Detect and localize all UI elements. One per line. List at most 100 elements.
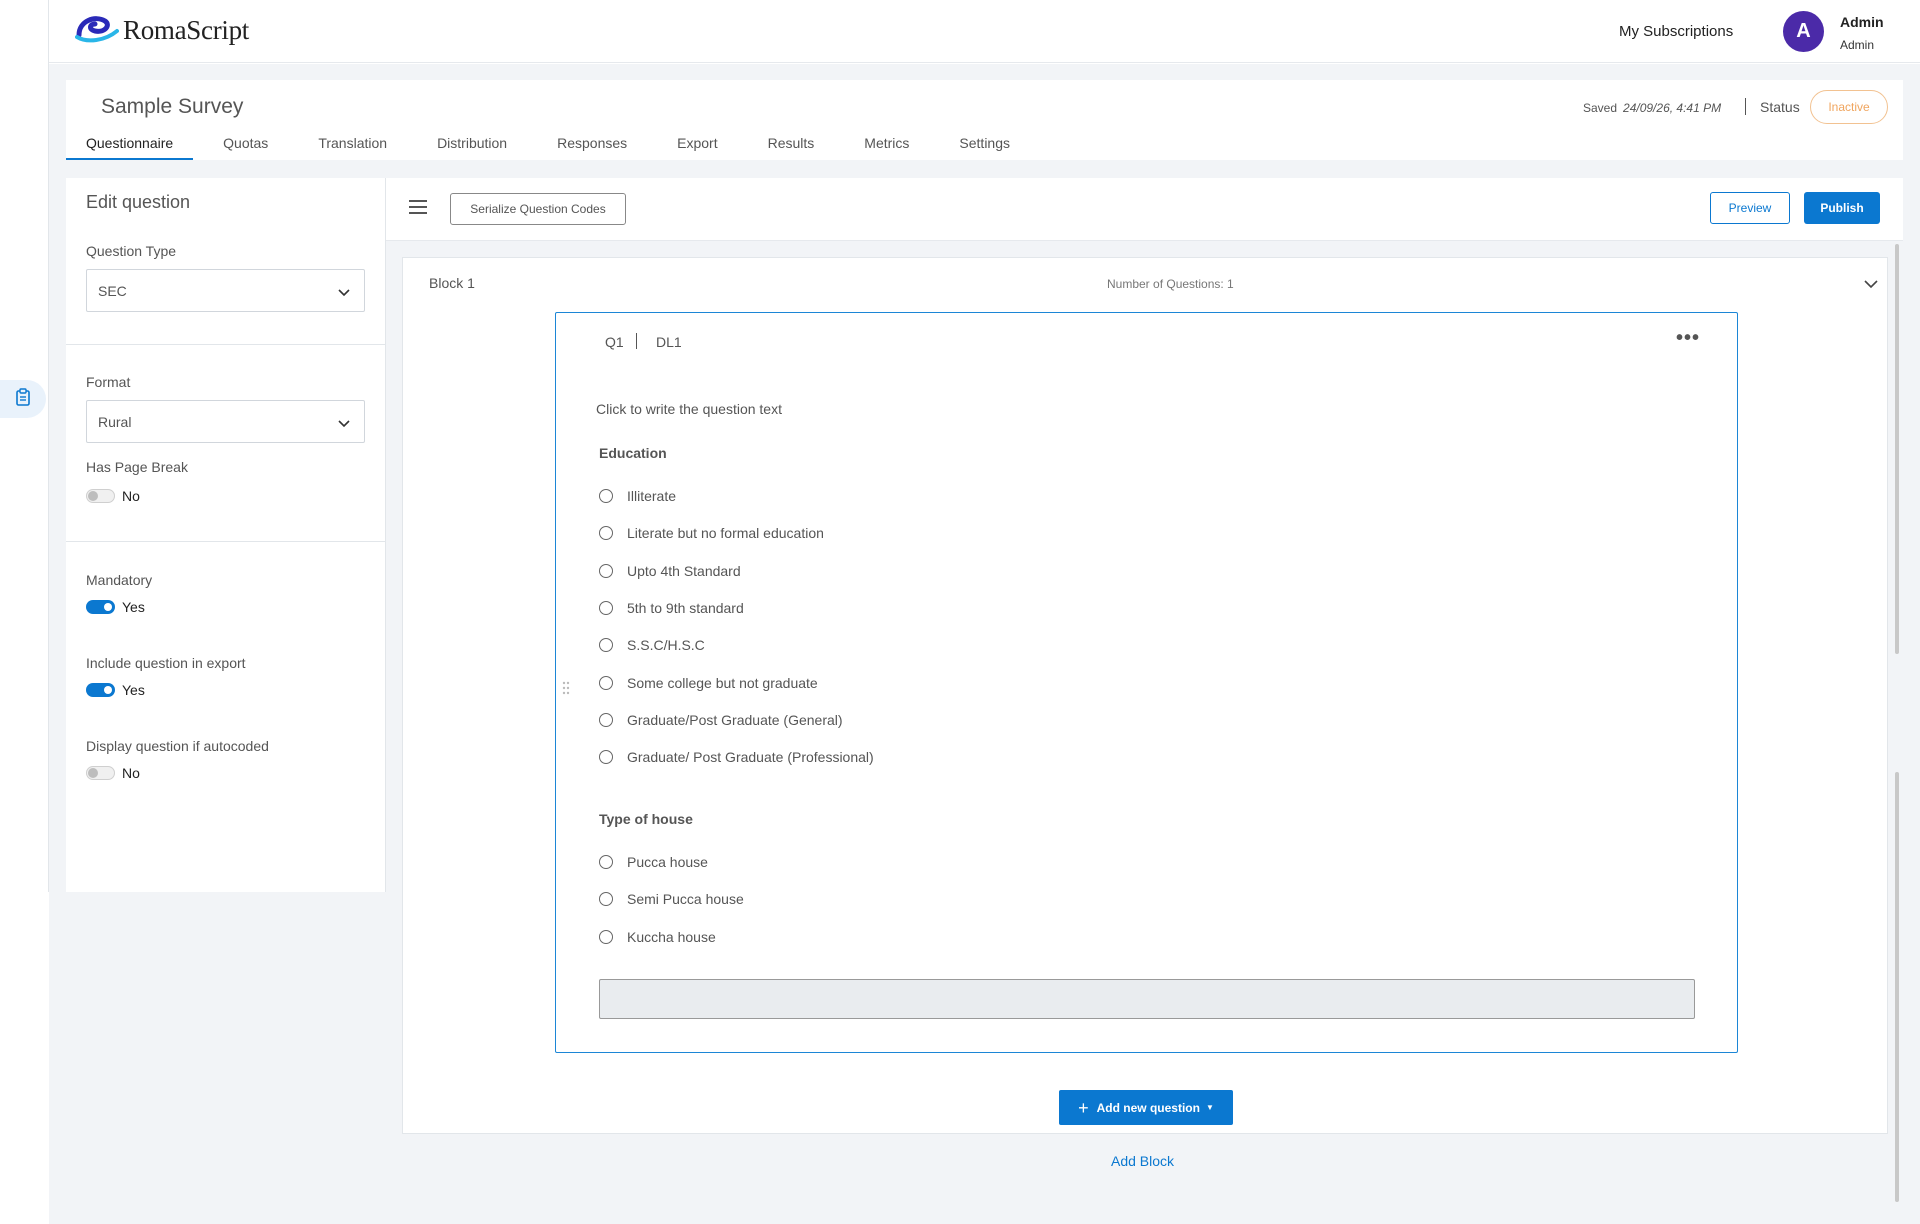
radio-button[interactable] [599, 564, 613, 578]
text-entry-field[interactable] [599, 979, 1695, 1019]
serialize-question-codes-button[interactable]: Serialize Question Codes [450, 193, 626, 225]
status-badge[interactable]: Inactive [1810, 90, 1888, 124]
survey-tabs: Questionnaire Quotas Translation Distrib… [66, 132, 1040, 160]
radio-button[interactable] [599, 892, 613, 906]
left-rail [0, 0, 49, 892]
answer-option[interactable]: Graduate/ Post Graduate (Professional) [599, 749, 874, 765]
include-export-toggle-row: Yes [86, 682, 145, 698]
group-title-type-of-house: Type of house [599, 811, 693, 827]
radio-button[interactable] [599, 930, 613, 944]
radio-button[interactable] [599, 601, 613, 615]
tab-responses[interactable]: Responses [537, 132, 647, 160]
question-text[interactable]: Click to write the question text [596, 401, 782, 417]
tab-quotas[interactable]: Quotas [203, 132, 288, 160]
panel-title: Edit question [86, 192, 191, 212]
edit-question-panel: Edit question Question Type SEC Format R… [66, 178, 386, 892]
brand-logo[interactable]: RomaScript [75, 13, 249, 48]
option-label: Upto 4th Standard [627, 563, 741, 579]
tab-export[interactable]: Export [657, 132, 737, 160]
saved-indicator: Saved 24/09/26, 4:41 PM [1583, 101, 1721, 115]
mandatory-value: Yes [122, 599, 145, 615]
answer-option[interactable]: 5th to 9th standard [599, 600, 744, 616]
divider [636, 333, 637, 349]
saved-label: Saved [1583, 101, 1618, 115]
add-block-link[interactable]: Add Block [1111, 1153, 1174, 1169]
my-subscriptions-link[interactable]: My Subscriptions [1619, 23, 1733, 40]
user-role: Admin [1840, 38, 1875, 52]
chevron-down-icon[interactable] [1864, 276, 1878, 294]
option-label: Graduate/ Post Graduate (Professional) [627, 749, 874, 765]
question-type-value: SEC [98, 282, 127, 299]
tab-distribution[interactable]: Distribution [417, 132, 527, 160]
answer-option[interactable]: Upto 4th Standard [599, 563, 741, 579]
tab-settings[interactable]: Settings [939, 132, 1030, 160]
question-count: Number of Questions: 1 [1107, 277, 1234, 291]
preview-button[interactable]: Preview [1710, 192, 1790, 224]
include-export-value: Yes [122, 682, 145, 698]
add-new-question-label: Add new question [1096, 1100, 1200, 1115]
chevron-down-icon [338, 284, 350, 300]
radio-button[interactable] [599, 855, 613, 869]
scrollbar-thumb[interactable] [1895, 772, 1899, 1202]
answer-option[interactable]: Literate but no formal education [599, 525, 824, 541]
menu-icon[interactable] [409, 200, 427, 214]
answer-option[interactable]: Graduate/Post Graduate (General) [599, 712, 843, 728]
question-type-label: Question Type [86, 243, 177, 259]
tab-results[interactable]: Results [748, 132, 835, 160]
rail-item-questionnaire[interactable] [0, 380, 46, 418]
page-break-toggle[interactable] [86, 489, 115, 503]
add-new-question-button[interactable]: + Add new question ▼ [1059, 1090, 1233, 1125]
radio-button[interactable] [599, 713, 613, 727]
tab-questionnaire[interactable]: Questionnaire [66, 132, 194, 160]
radio-button[interactable] [599, 676, 613, 690]
scrollbar[interactable] [1893, 244, 1901, 1204]
page-title: Sample Survey [101, 95, 244, 118]
radio-button[interactable] [599, 526, 613, 540]
answer-option[interactable]: Pucca house [599, 854, 708, 870]
user-name: Admin [1840, 14, 1884, 30]
tab-translation[interactable]: Translation [298, 132, 407, 160]
divider [66, 541, 386, 542]
question-card[interactable]: Q1 DL1 ••• Click to write the question t… [555, 312, 1738, 1053]
option-label: S.S.C/H.S.C [627, 637, 705, 653]
mandatory-toggle[interactable] [86, 600, 115, 614]
brand-name: RomaScript [123, 15, 249, 45]
publish-button[interactable]: Publish [1804, 192, 1880, 224]
saved-date: 24/09/26, 4:41 PM [1623, 101, 1722, 115]
include-export-toggle[interactable] [86, 683, 115, 697]
scrollbar-thumb[interactable] [1895, 244, 1899, 654]
option-label: Graduate/Post Graduate (General) [627, 712, 843, 728]
question-type-select[interactable]: SEC [86, 269, 365, 312]
answer-option[interactable]: Kuccha house [599, 929, 716, 945]
radio-button[interactable] [599, 750, 613, 764]
plus-icon: + [1078, 1097, 1089, 1118]
divider [66, 344, 386, 345]
display-autocoded-toggle[interactable] [86, 766, 115, 780]
avatar[interactable]: A [1783, 11, 1824, 52]
mandatory-label: Mandatory [86, 572, 153, 588]
answer-option[interactable]: Illiterate [599, 488, 676, 504]
answer-option[interactable]: Semi Pucca house [599, 891, 744, 907]
logo-mark-icon [75, 13, 119, 48]
option-label: Literate but no formal education [627, 525, 824, 541]
answer-option[interactable]: S.S.C/H.S.C [599, 637, 705, 653]
block-title: Block 1 [429, 275, 475, 291]
page-break-value: No [122, 488, 140, 504]
format-value: Rural [98, 413, 132, 430]
radio-button[interactable] [599, 489, 613, 503]
option-label: Pucca house [627, 854, 708, 870]
answer-option[interactable]: Some college but not graduate [599, 675, 818, 691]
question-code[interactable]: Q1 [605, 334, 624, 350]
drag-handle-icon[interactable] [562, 681, 570, 695]
format-select[interactable]: Rural [86, 400, 365, 443]
tab-metrics[interactable]: Metrics [844, 132, 929, 160]
question-label[interactable]: DL1 [656, 334, 682, 350]
format-label: Format [86, 374, 131, 390]
option-label: Some college but not graduate [627, 675, 818, 691]
radio-button[interactable] [599, 638, 613, 652]
clipboard-icon [16, 387, 30, 411]
top-bar: RomaScript My Subscriptions A Admin Admi… [49, 0, 1920, 63]
more-options-icon[interactable]: ••• [1676, 327, 1700, 350]
group-title-education: Education [599, 445, 667, 461]
option-label: Illiterate [627, 488, 677, 504]
